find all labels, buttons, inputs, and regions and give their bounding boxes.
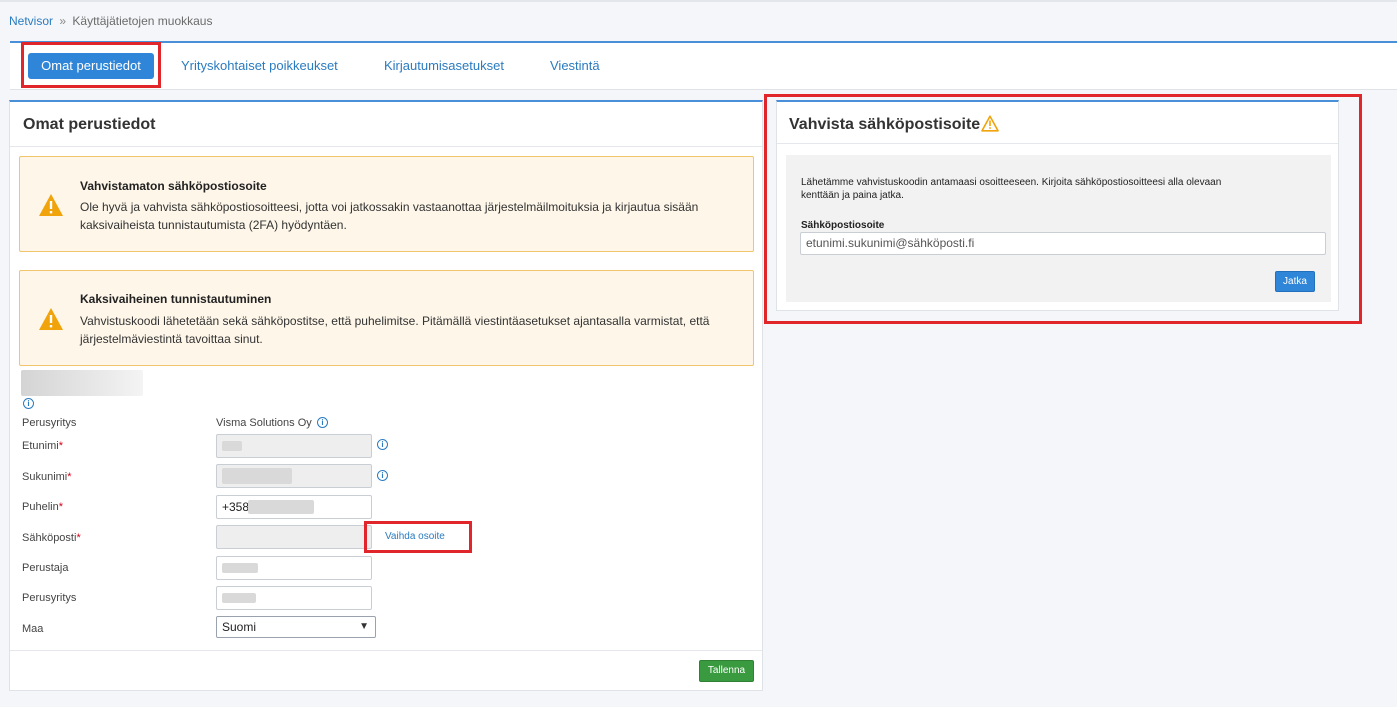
first-name-field bbox=[216, 434, 372, 458]
alert-two-factor: Kaksivaiheinen tunnistautuminen Vahvistu… bbox=[19, 270, 754, 366]
info-icon[interactable]: i bbox=[377, 439, 388, 450]
info-icon[interactable]: i bbox=[377, 470, 388, 481]
email-label: Sähköposti* bbox=[22, 532, 81, 544]
company-label: Perusyritys bbox=[22, 417, 77, 429]
blurred-value bbox=[222, 468, 292, 484]
last-name-field bbox=[216, 464, 372, 488]
last-name-label: Sukunimi* bbox=[22, 471, 72, 483]
company-value: Visma Solutions Oy bbox=[216, 417, 312, 429]
chevron-down-icon: ▼ bbox=[359, 621, 369, 632]
blurred-value bbox=[222, 593, 256, 603]
blurred-value bbox=[222, 441, 242, 451]
phone-label: Puhelin* bbox=[22, 501, 63, 513]
phone-value: +358 bbox=[222, 500, 250, 514]
warning-icon bbox=[39, 308, 63, 330]
footer-divider bbox=[10, 650, 762, 651]
tab-viestinta[interactable]: Viestintä bbox=[550, 58, 600, 73]
warning-icon bbox=[39, 194, 63, 216]
tab-yrityskohtaiset-poikkeukset[interactable]: Yrityskohtaiset poikkeukset bbox=[181, 58, 338, 73]
highlight-box-tab bbox=[21, 42, 161, 88]
blurred-value bbox=[248, 500, 314, 514]
founder-label: Perustaja bbox=[22, 562, 69, 574]
top-border bbox=[0, 0, 1397, 2]
phone-field[interactable]: +358 bbox=[216, 495, 372, 519]
tab-kirjautumisasetukset[interactable]: Kirjautumisasetukset bbox=[384, 58, 504, 73]
alert-text: Ole hyvä ja vahvista sähköpostiosoittees… bbox=[80, 200, 699, 232]
tab-bar: Omat perustiedot Yrityskohtaiset poikkeu… bbox=[10, 41, 1397, 90]
country-value: Suomi bbox=[222, 620, 257, 634]
breadcrumb: Netvisor » Käyttäjätietojen muokkaus bbox=[9, 14, 212, 28]
basic-info-panel: Omat perustiedot Vahvistamaton sähköpost… bbox=[9, 100, 763, 691]
blurred-value bbox=[222, 563, 258, 573]
first-name-label: Etunimi* bbox=[22, 440, 63, 452]
country-label: Maa bbox=[22, 623, 44, 635]
founder-field[interactable] bbox=[216, 556, 372, 580]
base-company-label: Perusyritys bbox=[22, 592, 77, 604]
highlight-box-verify bbox=[764, 94, 1362, 324]
alert-text: Vahvistuskoodi lähetetään sekä sähköpost… bbox=[80, 314, 710, 346]
alert-title: Kaksivaiheinen tunnistautuminen bbox=[80, 292, 272, 306]
highlight-box-change-address bbox=[364, 521, 472, 553]
blurred-user-name bbox=[21, 370, 143, 396]
breadcrumb-current: Käyttäjätietojen muokkaus bbox=[72, 14, 213, 28]
breadcrumb-separator: » bbox=[59, 14, 67, 28]
info-icon[interactable]: i bbox=[23, 398, 34, 409]
alert-unverified-email: Vahvistamaton sähköpostiosoite Ole hyvä … bbox=[19, 156, 754, 252]
breadcrumb-root-link[interactable]: Netvisor bbox=[9, 14, 53, 28]
panel-title: Omat perustiedot bbox=[23, 116, 156, 133]
panel-header-divider bbox=[10, 146, 762, 147]
info-icon[interactable]: i bbox=[317, 417, 328, 428]
save-button[interactable]: Tallenna bbox=[699, 660, 754, 682]
email-field bbox=[216, 525, 372, 549]
alert-title: Vahvistamaton sähköpostiosoite bbox=[80, 179, 267, 193]
country-select[interactable]: Suomi ▼ bbox=[216, 616, 376, 638]
base-company-field[interactable] bbox=[216, 586, 372, 610]
